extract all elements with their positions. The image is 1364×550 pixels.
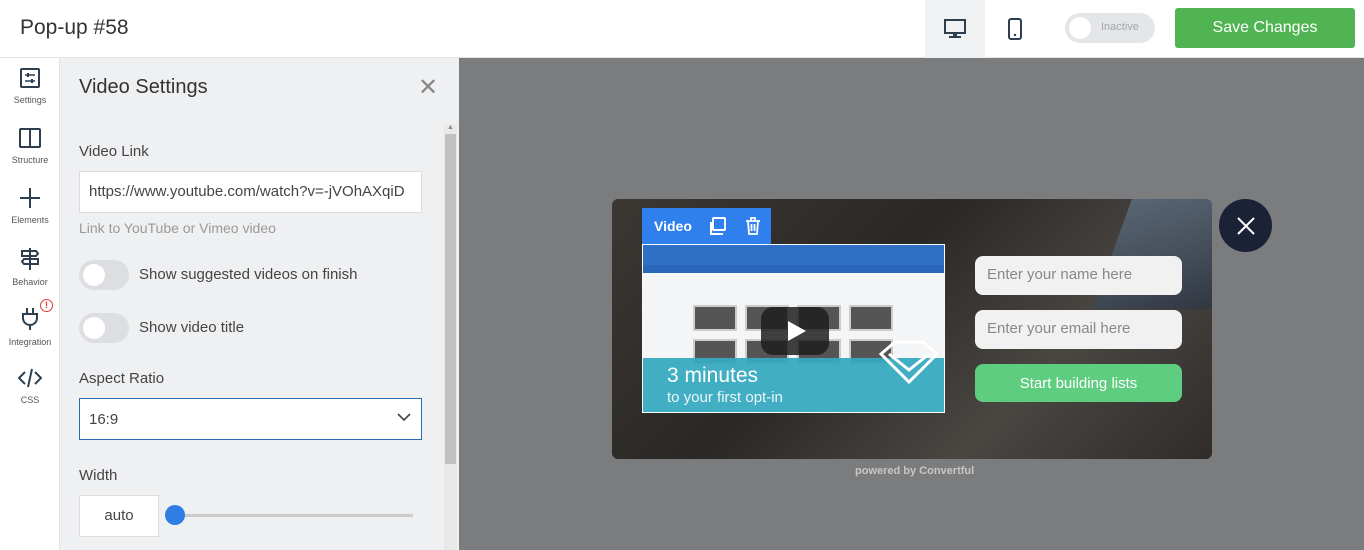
sidebar-item-label: CSS — [20, 395, 40, 405]
email-input[interactable]: Enter your email here — [975, 310, 1182, 349]
powered-by-link[interactable]: powered by Convertful — [855, 465, 974, 477]
sidebar-item-label: Behavior — [12, 277, 48, 287]
width-slider-track[interactable] — [175, 514, 413, 517]
video-link-hint: Link to YouTube or Vimeo video — [79, 220, 276, 236]
page-title: Pop-up #58 — [20, 16, 129, 39]
panel-scrollbar[interactable]: ▲ — [444, 124, 457, 550]
video-link-input[interactable]: https://www.youtube.com/watch?v=-jVOhAXq… — [79, 171, 422, 213]
aspect-ratio-label: Aspect Ratio — [79, 370, 165, 387]
desktop-view-button[interactable] — [925, 0, 985, 58]
video-title-label: Show video title — [139, 319, 245, 336]
sidebar-item-label: Structure — [11, 155, 49, 165]
suggested-videos-toggle[interactable] — [79, 260, 129, 290]
sidebar-item-label: Elements — [11, 215, 49, 225]
toggle-label: Inactive — [1101, 21, 1139, 33]
envelope-logo-icon — [879, 340, 939, 384]
sidebar-item-label: Settings — [13, 95, 47, 105]
video-thumbnail-nav — [643, 265, 944, 273]
sidebar-item-settings[interactable]: Settings — [0, 58, 60, 118]
video-settings-panel: Video Settings ✕ Video Link https://www.… — [60, 58, 459, 550]
sidebar-nav: Settings Structure Elements Behavior Int… — [0, 58, 60, 550]
chevron-down-icon — [397, 413, 411, 422]
plus-icon — [20, 188, 40, 208]
close-panel-icon[interactable]: ✕ — [418, 76, 438, 100]
close-icon — [1236, 216, 1255, 235]
sidebar-item-elements[interactable]: Elements — [0, 178, 60, 238]
width-label: Width — [79, 467, 118, 484]
sidebar-item-integration[interactable]: Integration ! — [0, 298, 60, 358]
scrollbar-thumb[interactable] — [445, 134, 456, 464]
panel-title: Video Settings — [79, 76, 208, 98]
sidebar-item-structure[interactable]: Structure — [0, 118, 60, 178]
mobile-icon — [1008, 18, 1022, 40]
width-slider-handle[interactable] — [165, 505, 185, 525]
aspect-ratio-value: 16:9 — [89, 411, 119, 428]
scroll-up-icon[interactable]: ▲ — [447, 124, 454, 131]
warning-badge: ! — [40, 299, 53, 312]
video-toolbar-label: Video — [654, 218, 692, 234]
save-changes-button[interactable]: Save Changes — [1175, 8, 1355, 48]
video-title-toggle[interactable] — [79, 313, 129, 343]
sidebar-item-label: Integration — [8, 337, 52, 347]
video-thumbnail-header — [643, 245, 944, 265]
sliders-icon — [20, 68, 40, 88]
code-icon — [18, 368, 42, 388]
top-bar: Pop-up #58 Inactive Save Changes — [0, 0, 1364, 58]
video-element-toolbar: Video — [642, 208, 771, 244]
sidebar-item-css[interactable]: CSS — [0, 358, 60, 418]
active-toggle[interactable]: Inactive — [1065, 13, 1155, 43]
columns-icon — [19, 128, 41, 148]
signpost-icon — [20, 248, 40, 270]
mobile-view-button[interactable] — [985, 0, 1045, 58]
popup-close-button[interactable] — [1219, 199, 1272, 252]
video-element[interactable]: 3 minutes to your first opt-in — [642, 244, 945, 413]
name-input[interactable]: Enter your name here — [975, 256, 1182, 295]
play-button[interactable] — [761, 307, 829, 355]
sidebar-item-behavior[interactable]: Behavior — [0, 238, 60, 298]
trash-icon[interactable] — [745, 217, 761, 235]
aspect-ratio-select[interactable]: 16:9 — [79, 398, 422, 440]
toggle-knob — [1069, 17, 1091, 39]
suggested-videos-label: Show suggested videos on finish — [139, 266, 358, 283]
video-subline: to your first opt-in — [667, 389, 783, 406]
video-link-label: Video Link — [79, 143, 149, 160]
desktop-icon — [944, 19, 966, 38]
start-building-lists-button[interactable]: Start building lists — [975, 364, 1182, 402]
width-input[interactable]: auto — [79, 495, 159, 537]
video-headline: 3 minutes — [667, 364, 759, 387]
duplicate-icon[interactable] — [708, 217, 726, 235]
plug-icon — [22, 308, 38, 330]
